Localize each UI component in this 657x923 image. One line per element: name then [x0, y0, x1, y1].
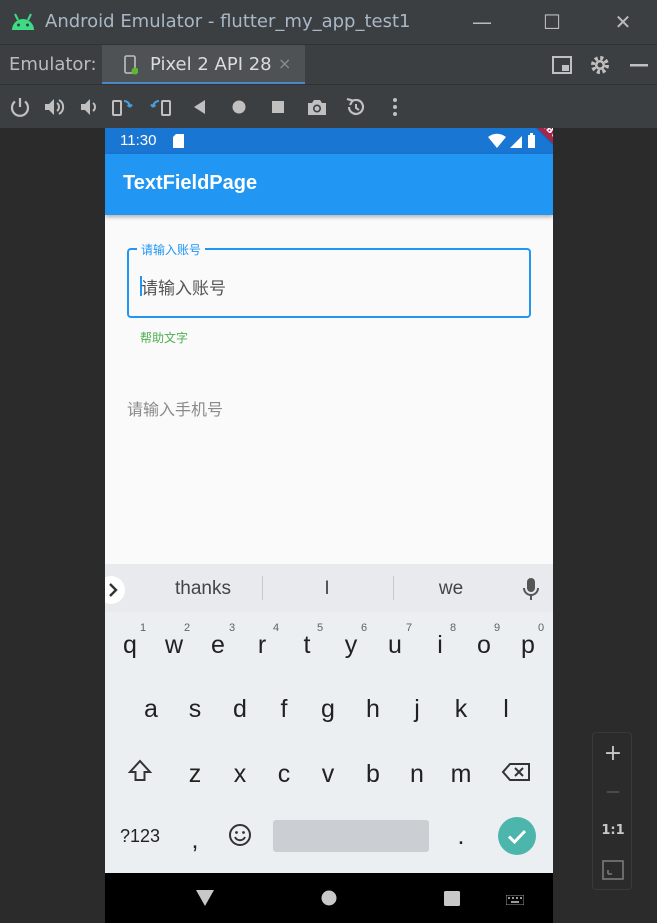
app-bar: TextFieldPage [105, 154, 553, 215]
key-hint-2: 2 [184, 622, 191, 634]
home-icon[interactable] [227, 95, 251, 119]
key-x[interactable]: x [220, 746, 260, 802]
hide-icon[interactable] [627, 53, 651, 77]
key-hint-7: 7 [406, 622, 413, 634]
status-time: 11:30 [120, 132, 157, 149]
key-g[interactable]: g [308, 681, 348, 737]
key-hint-3: 3 [229, 622, 236, 634]
minimize-button[interactable]: — [467, 8, 497, 36]
signal-icon [510, 136, 522, 148]
soft-keyboard: thanks I we q w e r t y u i o p 1 2 3 4 … [105, 564, 553, 873]
key-c[interactable]: c [264, 746, 304, 802]
suggestion-strip: thanks I we [105, 564, 553, 612]
nav-back-icon[interactable] [196, 890, 214, 906]
power-icon[interactable] [8, 95, 32, 119]
symbols-key[interactable]: ?123 [115, 808, 165, 864]
space-bar[interactable] [273, 820, 429, 852]
back-icon[interactable] [188, 95, 212, 119]
shift-icon[interactable] [127, 758, 153, 784]
device-icon [124, 55, 138, 75]
done-button[interactable] [498, 817, 536, 855]
key-hint-8: 8 [450, 622, 457, 634]
screenshot-icon[interactable] [305, 95, 329, 119]
suggestion-divider [262, 576, 263, 600]
account-input-label: 请输入账号 [137, 241, 206, 258]
system-nav-bar [105, 873, 553, 923]
window-title: Android Emulator - flutter_my_app_test1 [45, 11, 411, 32]
emulator-toolbar [0, 84, 657, 128]
account-input[interactable]: 请输入账号 请输入账号 [127, 241, 531, 318]
rotate-right-icon[interactable] [149, 95, 173, 119]
key-l[interactable]: l [486, 681, 526, 737]
volume-up-icon[interactable] [42, 95, 66, 119]
zoom-in-button[interactable]: + [593, 736, 633, 772]
key-period[interactable]: . [441, 808, 481, 864]
phone-screen: 11:30 TextFieldPage DEBUG 请输入账号 请输入账号 帮助… [105, 128, 553, 923]
microphone-icon[interactable] [523, 577, 539, 601]
sd-card-icon [173, 134, 184, 148]
dock-icon[interactable] [550, 53, 574, 77]
key-k[interactable]: k [441, 681, 481, 737]
zoom-out-button[interactable]: — [593, 774, 633, 810]
key-b[interactable]: b [353, 746, 393, 802]
key-j[interactable]: j [397, 681, 437, 737]
tab-pixel-2[interactable]: Pixel 2 API 28 × [102, 45, 305, 85]
tab-label: Pixel 2 API 28 [150, 54, 272, 75]
suggestion-1[interactable]: thanks [163, 578, 243, 600]
key-hint-1: 1 [140, 622, 147, 634]
status-icons [488, 133, 535, 148]
phone-number-input[interactable]: 请输入手机号 [127, 396, 531, 419]
key-a[interactable]: a [131, 681, 171, 737]
close-button[interactable]: ✕ [608, 8, 638, 36]
more-icon[interactable] [383, 95, 407, 119]
wifi-icon [488, 133, 506, 148]
emulator-label: Emulator: [9, 54, 97, 75]
rotate-left-icon[interactable] [110, 95, 134, 119]
phone-number-placeholder: 请输入手机号 [127, 400, 224, 419]
key-hint-0: 0 [538, 622, 545, 634]
backspace-icon[interactable] [501, 762, 531, 782]
nav-overview-icon[interactable] [444, 891, 460, 906]
battery-icon [528, 135, 535, 148]
volume-down-icon[interactable] [76, 95, 100, 119]
expand-suggestions-button[interactable] [105, 576, 125, 604]
nav-keyboard-icon[interactable] [506, 895, 524, 905]
key-hint-9: 9 [494, 622, 501, 634]
key-s[interactable]: s [175, 681, 215, 737]
maximize-button[interactable]: ☐ [537, 8, 567, 36]
emulator-tab-bar: Emulator: Pixel 2 API 28 × [0, 44, 657, 85]
key-comma[interactable]: , [175, 812, 215, 868]
key-d[interactable]: d [220, 681, 260, 737]
settings-icon[interactable] [588, 53, 612, 77]
chevron-right-icon [109, 583, 118, 597]
nav-home-icon[interactable] [321, 890, 337, 906]
android-icon [12, 13, 34, 30]
key-n[interactable]: n [397, 746, 437, 802]
key-hint-4: 4 [273, 622, 280, 634]
account-helper-text: 帮助文字 [140, 331, 189, 345]
tab-close-icon[interactable]: × [278, 54, 291, 73]
suggestion-divider [393, 576, 394, 600]
key-h[interactable]: h [353, 681, 393, 737]
actual-size-button[interactable]: 1:1 [593, 813, 633, 849]
zoom-panel: + — 1:1 [592, 732, 632, 890]
account-input-value: 请输入账号 [141, 279, 226, 299]
key-hint-6: 6 [361, 622, 368, 634]
key-f[interactable]: f [264, 681, 304, 737]
status-bar: 11:30 [105, 128, 553, 154]
key-m[interactable]: m [441, 746, 481, 802]
window-titlebar: Android Emulator - flutter_my_app_test1 … [0, 0, 657, 44]
key-z[interactable]: z [175, 746, 215, 802]
key-v[interactable]: v [308, 746, 348, 802]
key-hint-5: 5 [317, 622, 324, 634]
snapshot-icon[interactable] [344, 95, 368, 119]
overview-icon[interactable] [266, 95, 290, 119]
emoji-icon[interactable] [228, 823, 252, 847]
suggestion-3[interactable]: we [431, 578, 471, 600]
checkmark-icon [507, 829, 527, 845]
fit-screen-icon[interactable] [602, 860, 624, 880]
suggestion-2[interactable]: I [307, 578, 347, 600]
page-title: TextFieldPage [123, 172, 258, 194]
